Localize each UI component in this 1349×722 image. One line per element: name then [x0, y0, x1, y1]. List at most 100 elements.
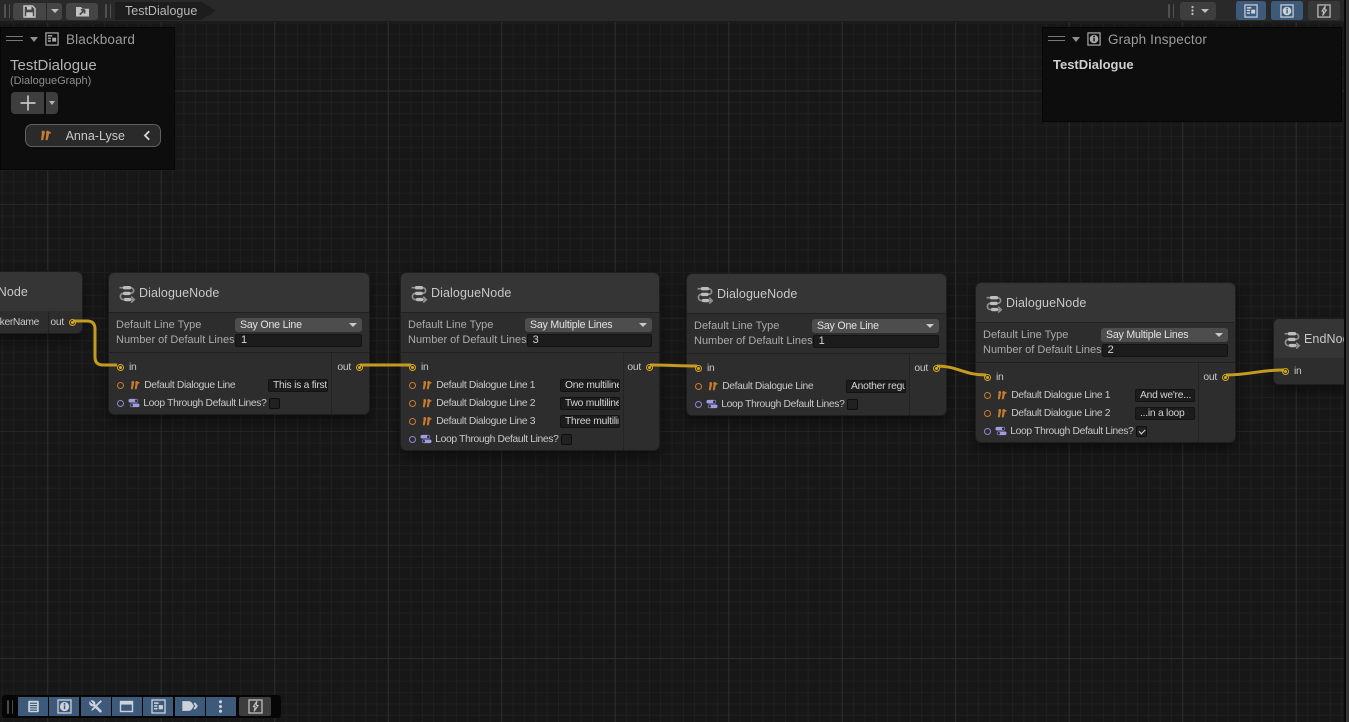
output-port[interactable] — [356, 364, 363, 371]
add-property-button[interactable] — [11, 92, 44, 114]
port-label-out: out — [337, 362, 351, 373]
quote-icon — [422, 380, 432, 390]
dialogue-line-field[interactable]: ...in a loop — [1135, 407, 1195, 420]
input-port[interactable] — [1282, 368, 1289, 375]
dialogue-line-field[interactable]: This is a first — [268, 379, 328, 392]
node-tag-button[interactable] — [175, 697, 205, 716]
input-port[interactable] — [117, 364, 124, 371]
overflow-button[interactable] — [206, 697, 236, 716]
blackboard-icon — [151, 699, 166, 714]
end-node-icon — [1282, 329, 1301, 349]
flash-button[interactable] — [239, 697, 271, 716]
save-dropdown-button[interactable] — [47, 3, 62, 20]
toolbar-drag-handle[interactable] — [7, 700, 16, 714]
input-port[interactable] — [409, 364, 416, 371]
toggle-inspector-button[interactable] — [1271, 1, 1303, 20]
node-dialogue-2[interactable]: DialogueNode Default Line Type Say Multi… — [400, 272, 660, 451]
line-type-dropdown[interactable]: Say One Line — [235, 318, 362, 332]
string-port[interactable] — [409, 418, 416, 425]
bool-port[interactable] — [409, 436, 416, 443]
input-port[interactable] — [695, 365, 702, 372]
collapse-caret-icon[interactable] — [1072, 37, 1080, 42]
graph-inspector-panel[interactable]: Graph Inspector TestDialogue — [1042, 27, 1342, 122]
open-asset-button[interactable] — [66, 3, 98, 20]
loop-checkbox[interactable] — [1136, 426, 1147, 437]
port-label-dialogue-line: Default Dialogue Line 3 — [436, 416, 535, 427]
node-title-bar[interactable]: DialogueNode — [401, 273, 659, 312]
tools-button[interactable] — [81, 697, 111, 716]
input-port[interactable] — [984, 374, 991, 381]
num-lines-field[interactable]: 2 — [1102, 344, 1228, 357]
output-port[interactable] — [646, 364, 653, 371]
loop-checkbox[interactable] — [269, 398, 280, 409]
line-type-dropdown[interactable]: Say Multiple Lines — [525, 318, 652, 332]
node-title-bar[interactable]: DialogueNode — [687, 274, 946, 313]
loop-checkbox[interactable] — [847, 399, 858, 410]
save-button[interactable] — [13, 3, 46, 20]
loop-checkbox[interactable] — [561, 434, 572, 445]
bool-port[interactable] — [695, 401, 702, 408]
dropdown-caret-icon — [926, 324, 934, 328]
line-type-dropdown[interactable]: Say Multiple Lines — [1101, 328, 1228, 342]
collapse-caret-icon[interactable] — [30, 37, 38, 42]
window-icon — [119, 699, 134, 714]
node-speaker-name[interactable]: SpeakerNameNode SpeakerName out — [0, 271, 83, 334]
toggle-flash-button[interactable] — [1308, 1, 1340, 20]
toolbar-drag-handle[interactable] — [4, 4, 13, 18]
node-dialogue-4[interactable]: DialogueNode Default Line Type Say Multi… — [975, 282, 1236, 443]
blackboard-field-anna-lyse[interactable]: Anna-Lyse — [25, 124, 161, 147]
port-label-in: in — [996, 372, 1003, 383]
line-type-dropdown[interactable]: Say One Line — [812, 319, 939, 333]
kebab-menu-icon — [1187, 3, 1198, 18]
toolbar-drag-handle[interactable] — [1168, 4, 1177, 18]
toolbar-drag-handle[interactable] — [105, 4, 114, 18]
node-dialogue-1[interactable]: DialogueNode Default Line Type Say One L… — [108, 272, 370, 415]
num-lines-field[interactable]: 1 — [235, 334, 362, 347]
graph-viewport[interactable]: SpeakerNameNode SpeakerName out Dialogue… — [0, 0, 1344, 722]
node-title-bar[interactable]: EndNode — [1274, 319, 1344, 358]
string-port[interactable] — [117, 382, 124, 389]
toggle-blackboard-button[interactable] — [1236, 1, 1266, 20]
bool-port[interactable] — [117, 400, 124, 407]
port-label-out: out — [627, 362, 641, 373]
string-port[interactable] — [984, 392, 991, 399]
node-title-bar[interactable]: DialogueNode — [109, 273, 369, 312]
drag-handle-icon[interactable] — [1048, 36, 1065, 42]
string-port[interactable] — [984, 410, 991, 417]
inspector-asset-name: TestDialogue — [1053, 57, 1341, 72]
blackboard-header[interactable]: Blackboard — [1, 28, 174, 50]
string-port[interactable] — [409, 400, 416, 407]
node-title-bar[interactable]: DialogueNode — [976, 283, 1235, 322]
string-port[interactable] — [695, 383, 702, 390]
overflow-menu-button[interactable] — [1180, 2, 1216, 20]
node-dialogue-3[interactable]: DialogueNode Default Line Type Say One L… — [686, 273, 947, 416]
port-label-dialogue-line: Default Dialogue Line 1 — [1011, 390, 1110, 401]
chevron-left-icon[interactable] — [143, 130, 151, 141]
dialogue-line-field[interactable]: Two multiline — [560, 397, 620, 410]
breadcrumb-tab[interactable]: TestDialogue — [115, 2, 217, 21]
window-button[interactable] — [112, 697, 142, 716]
output-port[interactable] — [933, 365, 940, 372]
blackboard-icon — [1244, 4, 1258, 18]
info-button[interactable] — [49, 697, 79, 716]
node-title-bar[interactable]: SpeakerNameNode — [0, 272, 82, 311]
output-port[interactable] — [69, 319, 76, 326]
dialogue-line-field[interactable]: And we're... — [1135, 389, 1195, 402]
blackboard-icon — [45, 32, 59, 46]
notes-button[interactable] — [18, 697, 48, 716]
bool-port[interactable] — [984, 428, 991, 435]
drag-handle-icon[interactable] — [6, 36, 23, 42]
graph-inspector-header[interactable]: Graph Inspector — [1043, 28, 1341, 50]
port-label-out: out — [914, 363, 928, 374]
output-port[interactable] — [1222, 374, 1229, 381]
blackboard-button[interactable] — [143, 697, 173, 716]
string-port[interactable] — [409, 382, 416, 389]
dialogue-line-field[interactable]: Three multiline — [560, 415, 620, 428]
dialogue-line-field[interactable]: Another regular — [846, 380, 906, 393]
num-lines-field[interactable]: 3 — [527, 334, 652, 347]
blackboard-panel[interactable]: Blackboard TestDialogue (DialogueGraph) … — [0, 27, 175, 170]
dialogue-line-field[interactable]: One multiline — [560, 379, 620, 392]
node-end[interactable]: EndNode in — [1273, 318, 1344, 385]
add-property-dropdown[interactable] — [46, 92, 58, 114]
num-lines-field[interactable]: 1 — [813, 335, 939, 348]
